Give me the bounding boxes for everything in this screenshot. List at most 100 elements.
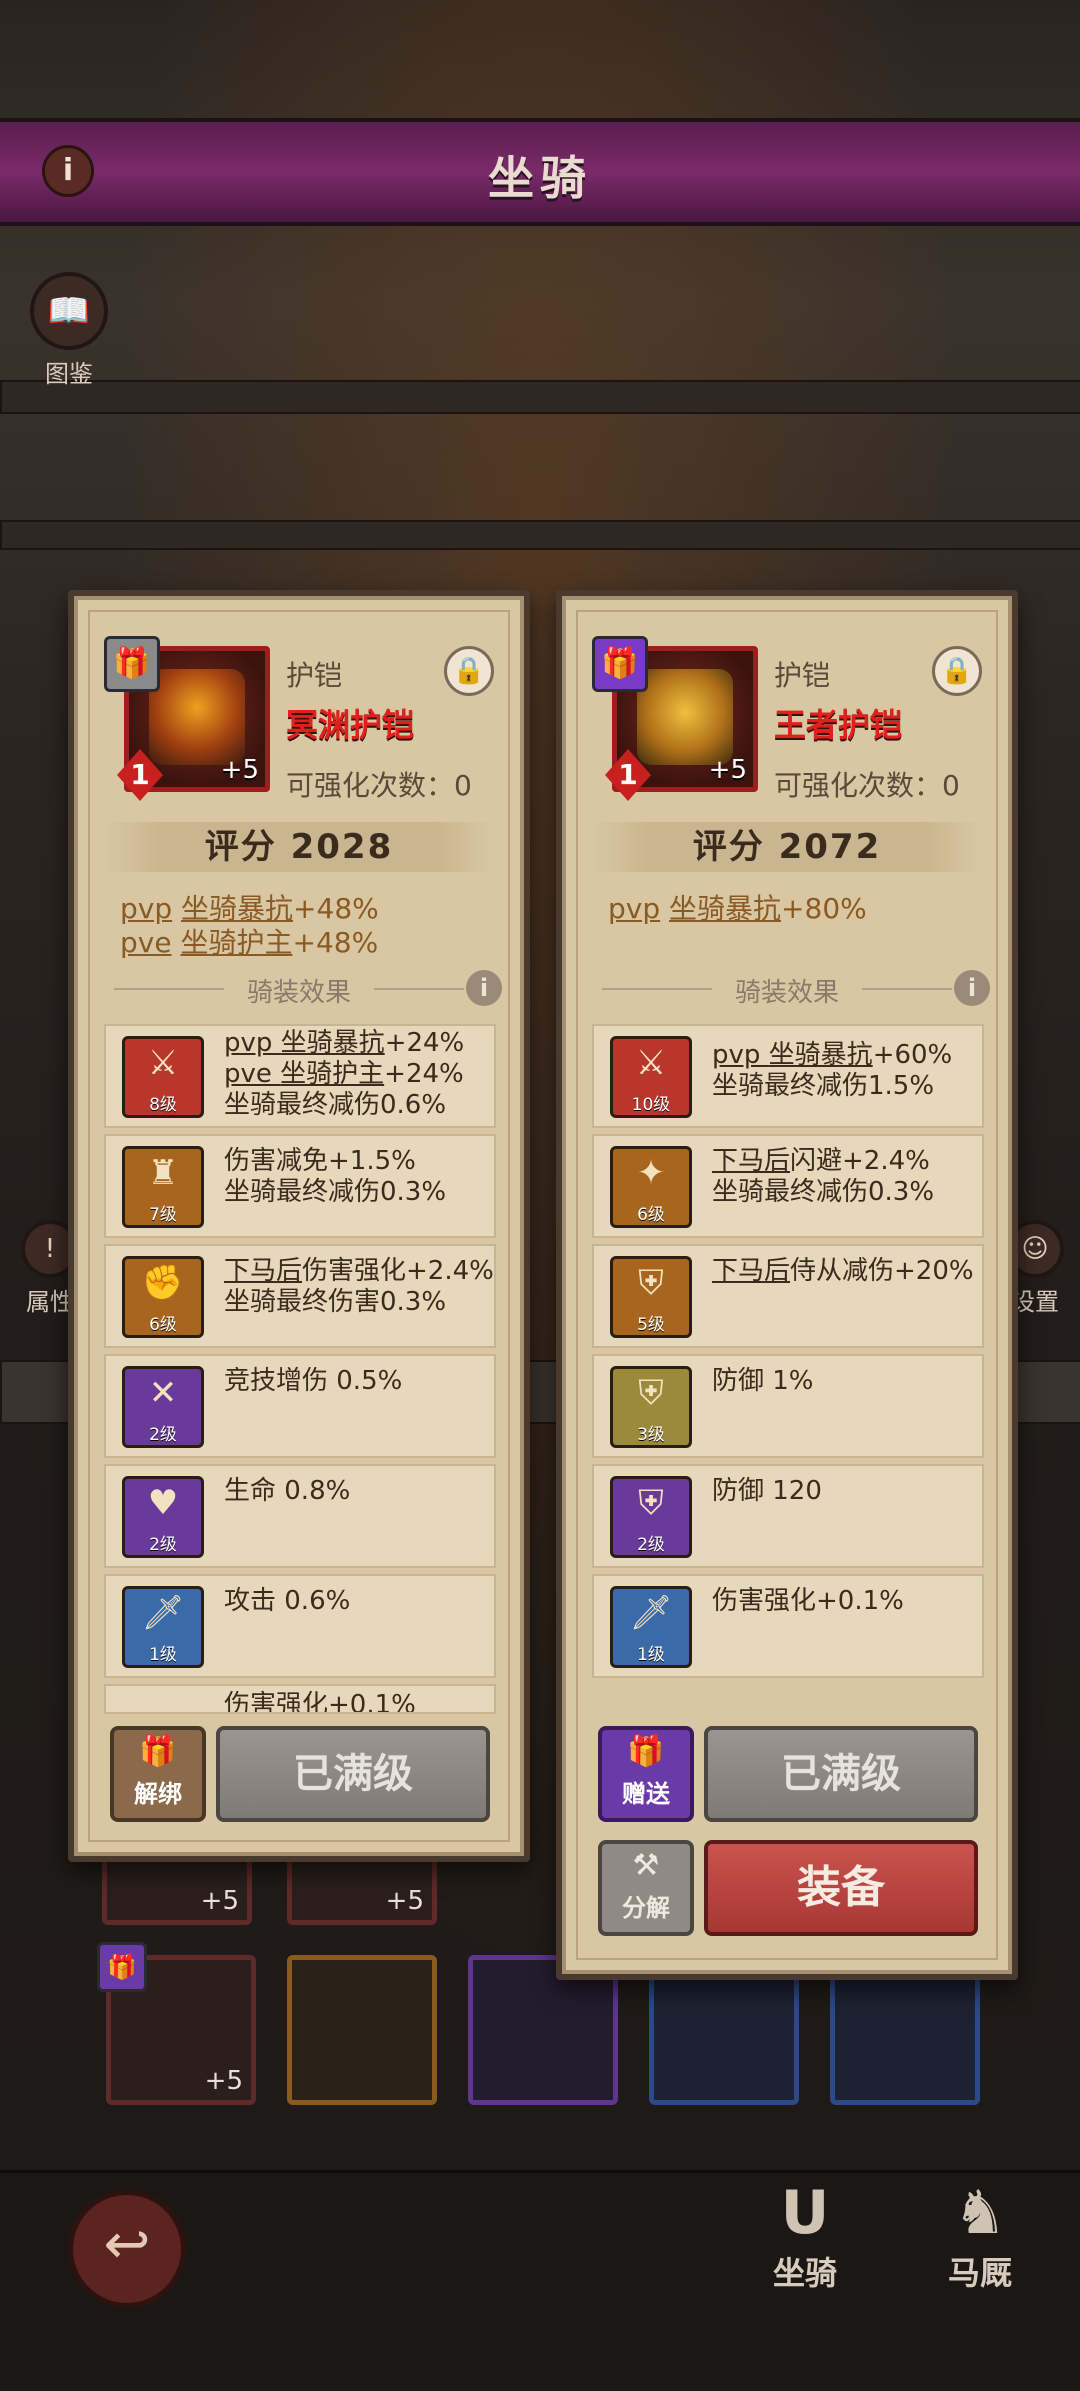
effect-icon: ⚔ 10级 — [610, 1036, 692, 1118]
effect-text: 伤害强化+0.1% — [712, 1586, 904, 1616]
info-icon[interactable]: i — [466, 970, 502, 1006]
item-type: 护铠 — [774, 659, 831, 692]
info-icon[interactable]: i — [954, 970, 990, 1006]
book-icon: 📖 — [30, 272, 108, 350]
stat-line: pvp 坐骑暴抗+48% — [120, 892, 379, 925]
effect-text: 下马后伤害强化+2.4% 坐骑最终伤害0.3% — [224, 1256, 494, 1317]
gift-icon: 🎁 — [139, 1734, 177, 1769]
effect-text: 下马后闪避+2.4% 坐骑最终减伤0.3% — [712, 1146, 935, 1207]
effect-row: ♥ 2级 生命 0.8% — [104, 1464, 496, 1568]
effect-text: 防御 1% — [712, 1366, 814, 1396]
effect-row: 🗡 1级 攻击 0.6% — [104, 1574, 496, 1678]
effect-text: 攻击 0.6% — [224, 1586, 351, 1616]
effect-text: pvp 坐骑暴抗+60% 坐骑最终减伤1.5% — [712, 1040, 953, 1101]
effect-text: pvp 坐骑暴抗+24% pve 坐骑护主+24% 坐骑最终减伤0.6% — [224, 1028, 465, 1120]
horseshoe-icon: U — [780, 2178, 830, 2248]
armor-icon — [637, 669, 733, 765]
unbind-button[interactable]: 🎁 解绑 — [110, 1726, 206, 1822]
inventory-slot-selected[interactable]: 🎁 +5 — [97, 1942, 256, 2105]
decompose-label: 分解 — [622, 1894, 670, 1922]
effect-row: 🗡 1级 伤害强化+0.1% — [592, 1574, 984, 1678]
inventory-slot[interactable] — [287, 1955, 437, 2105]
back-arrow-icon: ↩ — [103, 2212, 151, 2277]
effect-row: ⛨ 3级 防御 1% — [592, 1354, 984, 1458]
page-title: 坐骑 — [488, 151, 592, 205]
effect-icon: 🗡 1级 — [610, 1586, 692, 1668]
effect-row: ⛨ 5级 下马后侍从减伤+20% — [592, 1244, 984, 1348]
tab-mount[interactable]: U 坐骑 — [750, 2178, 860, 2294]
section-title: 骑装效果 — [246, 978, 351, 1008]
tab-stable-label: 马厩 — [947, 2254, 1012, 2292]
effect-row: ✊ 6级 下马后伤害强化+2.4% 坐骑最终伤害0.3% — [104, 1244, 496, 1348]
divider — [602, 988, 712, 990]
background-beam — [0, 520, 1080, 550]
effect-text: 生命 0.8% — [224, 1476, 351, 1506]
gift-icon: 🎁 — [104, 636, 160, 692]
decompose-button[interactable]: ⚒ 分解 — [598, 1840, 694, 1936]
item-name: 冥渊护铠 — [286, 706, 415, 744]
item-name: 王者护铠 — [774, 706, 903, 744]
title-bar: 坐骑 — [0, 118, 1080, 226]
effect-text: 伤害强化+0.1% — [224, 1690, 416, 1714]
unbind-label: 解绑 — [134, 1780, 182, 1808]
handbook-button[interactable]: 📖 图鉴 — [24, 272, 114, 389]
effect-icon: ♜ 7级 — [122, 1146, 204, 1228]
item-type: 护铠 — [286, 659, 343, 692]
equipped-item-card: 1 +5 🎁 护铠 冥渊护铠 🔒 可强化次数：0 评分 2028 pvp 坐骑暴… — [68, 590, 530, 1862]
effect-text: 下马后侍从减伤+20% — [712, 1256, 974, 1286]
effect-icon: ✊ 6级 — [122, 1256, 204, 1338]
effect-icon: ⛨ 5级 — [610, 1256, 692, 1338]
gift-label: 赠送 — [622, 1780, 670, 1808]
gift-icon: 🎁 — [627, 1734, 665, 1769]
effect-icon: ⛨ 2级 — [610, 1476, 692, 1558]
divider — [114, 988, 224, 990]
effect-icon: 🗡 1级 — [122, 1586, 204, 1668]
enhance-count: 可强化次数：0 — [774, 769, 960, 802]
max-level-button[interactable]: 已满级 — [704, 1726, 978, 1822]
divider — [862, 988, 952, 990]
item-plus: +5 — [708, 755, 747, 785]
armor-icon — [149, 669, 245, 765]
equip-button[interactable]: 装备 — [704, 1840, 978, 1936]
back-button[interactable]: ↩ — [68, 2190, 186, 2308]
effect-row-partial: 伤害强化+0.1% — [104, 1684, 496, 1714]
tab-mount-label: 坐骑 — [772, 2254, 837, 2292]
effect-text: 防御 120 — [712, 1476, 822, 1506]
slot-plus: +5 — [200, 1886, 239, 1916]
effect-row: ⚔ 10级 pvp 坐骑暴抗+60% 坐骑最终减伤1.5% — [592, 1024, 984, 1128]
tab-stable[interactable]: ♞ 马厩 — [925, 2178, 1035, 2294]
hammer-icon: ⚒ — [632, 1848, 660, 1883]
enhance-count: 可强化次数：0 — [286, 769, 472, 802]
background-beam — [0, 380, 1080, 414]
effect-row: ⛨ 2级 防御 120 — [592, 1464, 984, 1568]
score-bar: 评分 2028 — [104, 822, 494, 872]
slot-plus: +5 — [385, 1886, 424, 1916]
gift-icon: 🎁 — [592, 636, 648, 692]
horse-head-icon: ♞ — [953, 2178, 1007, 2248]
divider — [374, 988, 464, 990]
info-icon[interactable]: i — [42, 145, 94, 197]
compare-item-card: 1 +5 🎁 护铠 王者护铠 🔒 可强化次数：0 评分 2072 pvp 坐骑暴… — [556, 590, 1018, 1980]
item-plus: +5 — [220, 755, 259, 785]
effect-text: 伤害减免+1.5% 坐骑最终减伤0.3% — [224, 1146, 447, 1207]
score-bar: 评分 2072 — [592, 822, 982, 872]
gift-icon: 🎁 — [97, 1942, 147, 1992]
max-level-button[interactable]: 已满级 — [216, 1726, 490, 1822]
section-title: 骑装效果 — [734, 978, 839, 1008]
lock-icon[interactable]: 🔒 — [444, 646, 494, 696]
effect-text: 竞技增伤 0.5% — [224, 1366, 403, 1396]
lock-icon[interactable]: 🔒 — [932, 646, 982, 696]
effect-row: ⚔ 8级 pvp 坐骑暴抗+24% pve 坐骑护主+24% 坐骑最终减伤0.6% — [104, 1024, 496, 1128]
stat-line: pve 坐骑护主+48% — [120, 926, 379, 959]
effect-icon: ⚔ 8级 — [122, 1036, 204, 1118]
slot-plus: +5 — [204, 2066, 243, 2096]
stat-line: pvp 坐骑暴抗+80% — [608, 892, 867, 925]
handbook-label: 图鉴 — [45, 360, 93, 388]
effect-icon: ♥ 2级 — [122, 1476, 204, 1558]
effect-icon: ✕ 2级 — [122, 1366, 204, 1448]
gift-button[interactable]: 🎁 赠送 — [598, 1726, 694, 1822]
effect-row: ♜ 7级 伤害减免+1.5% 坐骑最终减伤0.3% — [104, 1134, 496, 1238]
effect-row: ✦ 6级 下马后闪避+2.4% 坐骑最终减伤0.3% — [592, 1134, 984, 1238]
effect-icon: ✦ 6级 — [610, 1146, 692, 1228]
effect-icon: ⛨ 3级 — [610, 1366, 692, 1448]
